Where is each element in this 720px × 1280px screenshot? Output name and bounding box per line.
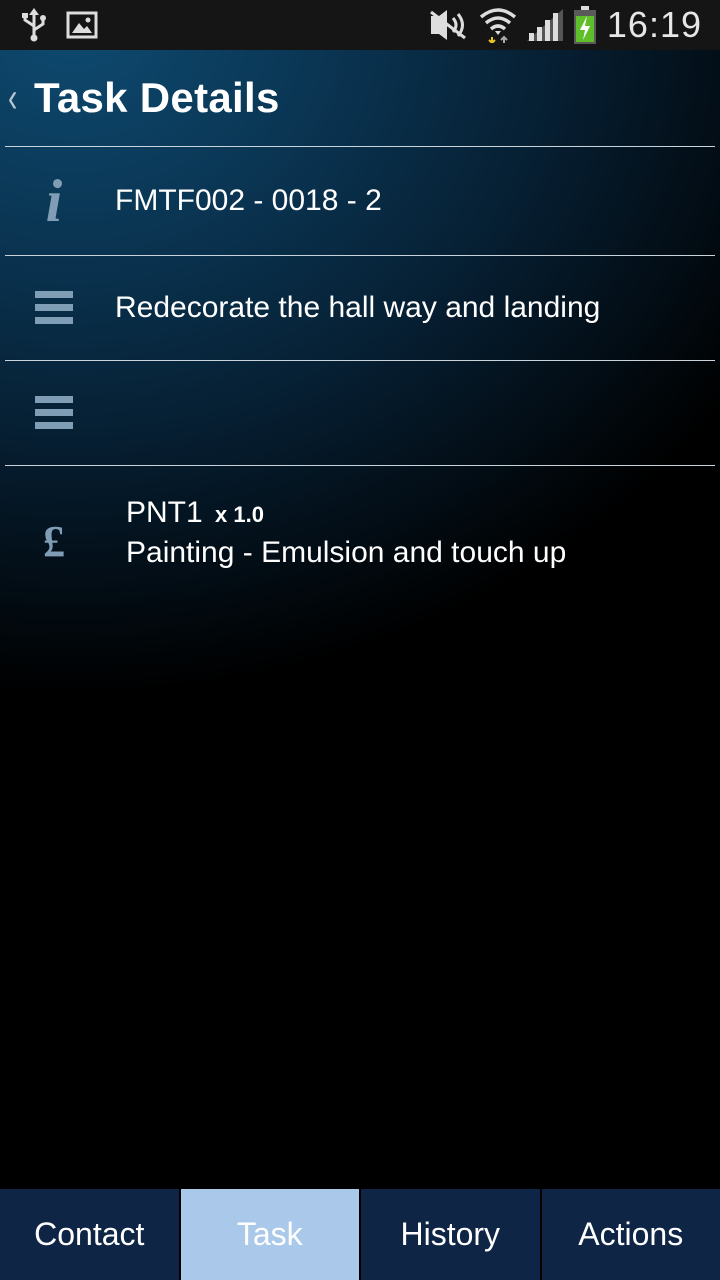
battery-charging-icon [573, 6, 597, 44]
task-reference-row[interactable]: i FMTF002 - 0018 - 2 [0, 147, 720, 255]
cost-item-description: Painting - Emulsion and touch up [126, 536, 567, 569]
list-icon [35, 396, 73, 430]
tab-task[interactable]: Task [180, 1189, 361, 1280]
cost-item-details: PNT1 x 1.0 Painting - Emulsion and touch… [126, 496, 566, 570]
task-description-row[interactable]: Redecorate the hall way and landing [0, 256, 720, 360]
list-icon [35, 291, 73, 325]
cost-item-row[interactable]: £ PNT1 x 1.0 Painting - Emulsion and tou… [0, 496, 720, 592]
task-notes-row[interactable] [0, 361, 720, 465]
bottom-tab-bar: Contact Task History Actions [0, 1189, 720, 1280]
info-icon: i [45, 168, 63, 234]
mute-icon [427, 10, 469, 40]
usb-icon [20, 8, 48, 42]
wifi-icon [479, 7, 517, 43]
task-description: Redecorate the hall way and landing [115, 291, 601, 324]
status-bar: 16:19 [0, 0, 720, 50]
signal-icon [526, 9, 563, 41]
back-button[interactable]: ‹ [8, 74, 30, 122]
screen: 16:19 ‹ Task Details i FMTF002 - 0018 - … [0, 0, 720, 1280]
task-reference: FMTF002 - 0018 - 2 [115, 184, 382, 217]
image-icon [66, 11, 98, 39]
tab-actions[interactable]: Actions [541, 1189, 720, 1280]
divider [5, 465, 715, 466]
tab-contact[interactable]: Contact [0, 1189, 181, 1280]
cost-item-code: PNT1 [126, 496, 203, 529]
header-bar: ‹ Task Details [0, 50, 720, 146]
tab-history[interactable]: History [361, 1189, 542, 1280]
pound-icon: £ [43, 517, 65, 566]
page-title: Task Details [34, 74, 280, 121]
status-clock: 16:19 [606, 4, 702, 45]
cost-item-quantity: x 1.0 [215, 502, 264, 527]
